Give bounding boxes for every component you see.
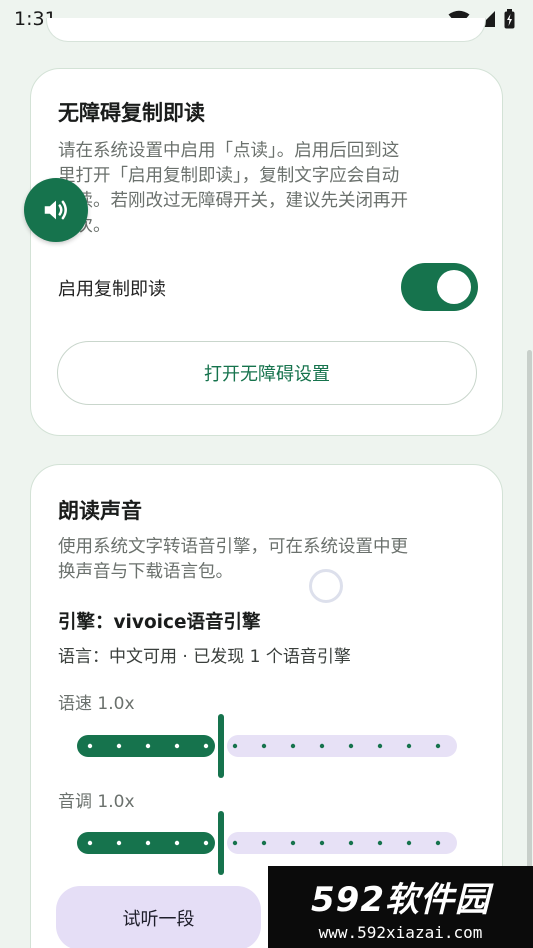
a11y-desc-line: 朗读。若刚改过无障碍开关，建议先关闭再开 bbox=[58, 191, 408, 211]
a11y-desc-line: 请在系统设置中启用「点读」。启用后回到这 bbox=[58, 141, 400, 161]
slider-tick-dot bbox=[348, 840, 354, 846]
slider-track-inactive bbox=[227, 832, 457, 854]
toggle-knob bbox=[437, 270, 471, 304]
slider-tick-dot bbox=[377, 743, 383, 749]
slider-tick-dot bbox=[116, 743, 122, 749]
slider-tick-dot bbox=[319, 743, 325, 749]
slider-tick-dot bbox=[174, 840, 180, 846]
pitch-label: 音调 1.0x bbox=[58, 792, 135, 812]
slider-handle[interactable] bbox=[218, 714, 224, 778]
slider-tick-dot bbox=[377, 840, 383, 846]
slider-tick-dot bbox=[174, 743, 180, 749]
voice-card-description: 使用系统文字转语音引擎，可在系统设置中更 换声音与下载语言包。 bbox=[58, 535, 478, 585]
battery-icon bbox=[504, 9, 515, 29]
slider-handle[interactable] bbox=[218, 811, 224, 875]
slider-tick-dot bbox=[319, 840, 325, 846]
speed-slider[interactable] bbox=[77, 714, 457, 778]
slider-tick-dot bbox=[203, 743, 209, 749]
open-accessibility-settings-button[interactable]: 打开无障碍设置 bbox=[57, 341, 477, 405]
watermark-logo: 592软件园 www.592xiazai.com bbox=[268, 866, 533, 948]
slider-tick-dot bbox=[145, 743, 151, 749]
a11y-card-title: 无障碍复制即读 bbox=[58, 101, 205, 125]
scrollbar[interactable] bbox=[527, 350, 532, 948]
slider-tick-dot bbox=[261, 840, 267, 846]
slider-tick-dot bbox=[348, 743, 354, 749]
floating-speak-button[interactable] bbox=[24, 178, 88, 242]
slider-tick-dot bbox=[232, 743, 238, 749]
slider-tick-dot bbox=[290, 840, 296, 846]
tts-engine-name: 引擎：vivoice语音引擎 bbox=[58, 612, 261, 633]
slider-track-inactive bbox=[227, 735, 457, 757]
slider-tick-dot bbox=[261, 743, 267, 749]
previous-card-edge bbox=[46, 18, 486, 42]
slider-tick-dot bbox=[116, 840, 122, 846]
copy-read-toggle-label: 启用复制即读 bbox=[58, 279, 166, 300]
slider-tick-dot bbox=[406, 743, 412, 749]
a11y-card-description: 请在系统设置中启用「点读」。启用后回到这 里打开「启用复制即读」，复制文字应会自… bbox=[58, 139, 478, 239]
loading-indicator bbox=[309, 569, 343, 603]
voice-desc-line: 使用系统文字转语音引擎，可在系统设置中更 bbox=[58, 537, 408, 557]
watermark-url: www.592xiazai.com bbox=[318, 923, 483, 942]
slider-tick-dot bbox=[435, 840, 441, 846]
a11y-desc-line: 一次。 bbox=[58, 216, 111, 236]
slider-tick-dot bbox=[203, 840, 209, 846]
copy-read-toggle[interactable] bbox=[401, 263, 478, 311]
watermark-logo-text: 592软件园 bbox=[311, 880, 490, 920]
slider-tick-dot bbox=[406, 840, 412, 846]
voice-card-title: 朗读声音 bbox=[58, 499, 142, 523]
slider-tick-dot bbox=[435, 743, 441, 749]
a11y-copy-read-card: 无障碍复制即读 请在系统设置中启用「点读」。启用后回到这 里打开「启用复制即读」… bbox=[30, 68, 503, 436]
speed-label: 语速 1.0x bbox=[58, 694, 135, 714]
tts-language-status: 语言：中文可用 · 已发现 1 个语音引擎 bbox=[58, 647, 351, 667]
voice-desc-line: 换声音与下载语言包。 bbox=[58, 562, 233, 582]
slider-tick-dot bbox=[290, 743, 296, 749]
slider-tick-dot bbox=[145, 840, 151, 846]
slider-tick-dot bbox=[87, 840, 93, 846]
slider-tick-dot bbox=[232, 840, 238, 846]
try-listen-button[interactable]: 试听一段 bbox=[56, 886, 261, 948]
speaker-icon bbox=[44, 200, 67, 220]
a11y-desc-line: 里打开「启用复制即读」，复制文字应会自动 bbox=[58, 166, 400, 186]
slider-tick-dot bbox=[87, 743, 93, 749]
